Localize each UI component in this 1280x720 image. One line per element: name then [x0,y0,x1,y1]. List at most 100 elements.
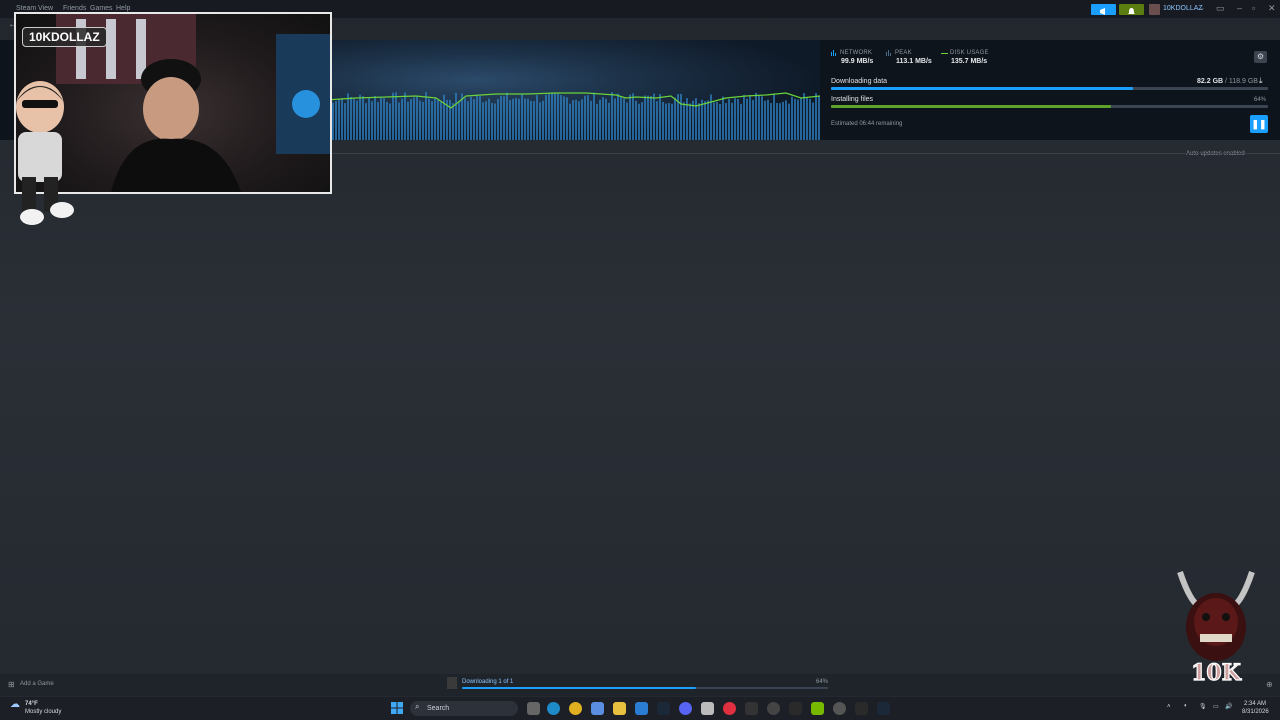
network-graph-bar [500,95,502,140]
game-thumbnail[interactable] [447,677,457,689]
chevron-down-icon[interactable]: ⌄ [1199,4,1205,12]
network-graph-bar [509,100,511,140]
bottom-progress-track [462,687,828,689]
menu-steam[interactable]: Steam [16,5,36,12]
file-explorer-icon[interactable] [613,702,626,715]
edge-browser-icon[interactable] [547,702,560,715]
network-graph-bar [401,98,403,140]
app-icon-red[interactable] [723,702,736,715]
webcam-name-tag: 10KDOLLAZ [22,27,107,47]
menu-games[interactable]: Games [90,5,113,12]
menu-view[interactable]: View [38,5,53,12]
network-graph-bar [536,95,538,140]
menu-friends[interactable]: Friends [63,5,86,12]
weather-cloud-icon[interactable]: ☁ [10,699,20,710]
network-graph-bar [392,92,394,140]
network-graph-bar [737,99,739,140]
microphone-icon[interactable]: 🎙 [1199,703,1207,710]
tray-app-icon[interactable]: ◐ [1184,703,1188,709]
add-game-button[interactable]: Add a Game [20,681,54,687]
network-graph-bar [473,99,475,140]
network-graph-bar [818,96,820,140]
network-graph-bar [815,93,817,140]
network-graph-bar [749,95,751,140]
menu-help[interactable]: Help [116,5,130,12]
network-graph-bar [770,103,772,140]
obs-icon[interactable] [767,702,780,715]
network-graph-bar [356,100,358,140]
network-graph-bar [506,92,508,140]
10k-family-logo: 10K [1177,571,1255,687]
network-graph-bar [419,100,421,140]
disk-usage-label: DISK USAGE [950,50,989,56]
taskbar-search-label: Search [427,705,450,712]
account-name[interactable]: 10KDOLLAZ [1163,5,1203,12]
notifications-button[interactable] [1119,4,1144,15]
network-graph-bar [482,102,484,140]
volume-icon[interactable]: 🔊 [1225,703,1232,710]
network-value: 99.9 MB/s [841,58,874,65]
network-graph-bar [671,103,673,140]
weather-temp[interactable]: 74°F [25,701,38,707]
network-graph-bar [596,103,598,140]
weather-desc[interactable]: Mostly cloudy [25,709,61,715]
network-graph-bar [812,102,814,140]
network-graph-bar [557,93,559,140]
network-graph-bar [635,100,637,140]
network-graph-bar [452,103,454,140]
minimize-icon[interactable]: – [1237,3,1242,13]
close-icon[interactable]: ✕ [1268,3,1276,14]
network-graph-bar [650,96,652,140]
discord-icon[interactable] [679,702,692,715]
network-graph-bar [620,96,622,140]
steam-tray-icon[interactable] [877,702,890,715]
steam-taskbar-icon[interactable] [657,702,670,715]
network-graph-bar [476,94,478,140]
mail-icon[interactable] [635,702,648,715]
network-graph-bar [632,93,634,140]
install-progress-track [831,105,1268,108]
svg-text:10K: 10K [1191,660,1242,686]
announcements-button[interactable] [1091,4,1116,15]
peak-legend-icon [886,50,891,56]
network-graph-bar [761,96,763,140]
download-status[interactable]: Downloading 1 of 1 [462,679,513,685]
network-graph-bar [554,92,556,140]
auto-updates-status: Auto-updates enabled [1186,151,1245,157]
network-graph-bar [353,99,355,140]
app-icon-robot[interactable] [701,702,714,715]
download-icon: ⤓ [1259,76,1263,85]
nvidia-icon[interactable] [811,702,824,715]
network-graph-bar [683,102,685,140]
windows-start-icon[interactable] [391,702,403,714]
task-view-icon[interactable] [527,702,540,715]
network-graph-bar [767,99,769,140]
clock-time[interactable]: 2:34 AM [1244,701,1266,707]
maximize-icon[interactable]: ▫ [1252,3,1255,13]
big-picture-icon[interactable]: ▭ [1216,3,1225,14]
add-icon[interactable]: ⊞ [8,680,15,689]
network-graph-bar [404,92,406,140]
network-graph-bar [569,103,571,140]
network-graph-bar [692,100,694,140]
gear-icon[interactable]: ⚙ [1254,51,1267,63]
network-graph-bar [647,95,649,140]
terminal-icon[interactable] [855,702,868,715]
avatar[interactable] [1149,4,1160,15]
network-graph-bar [362,96,364,140]
chrome-browser-icon[interactable] [569,702,582,715]
network-graph-bar [644,95,646,140]
download-total: / 118.9 GB [1225,78,1258,85]
pause-button[interactable]: ❚❚ [1250,115,1268,133]
chevron-up-icon[interactable]: ˄ [1167,704,1171,710]
bottom-progress-fill [462,687,697,689]
app-icon-gray[interactable] [833,702,846,715]
network-icon[interactable]: ▭ [1213,703,1219,710]
logitech-icon[interactable] [789,702,802,715]
copilot-icon[interactable] [591,702,604,715]
clock-date[interactable]: 8/31/2026 [1242,709,1269,715]
network-graph-bar [584,95,586,140]
epic-games-icon[interactable] [745,702,758,715]
network-graph-bar [746,98,748,140]
network-graph-bar [548,93,550,140]
